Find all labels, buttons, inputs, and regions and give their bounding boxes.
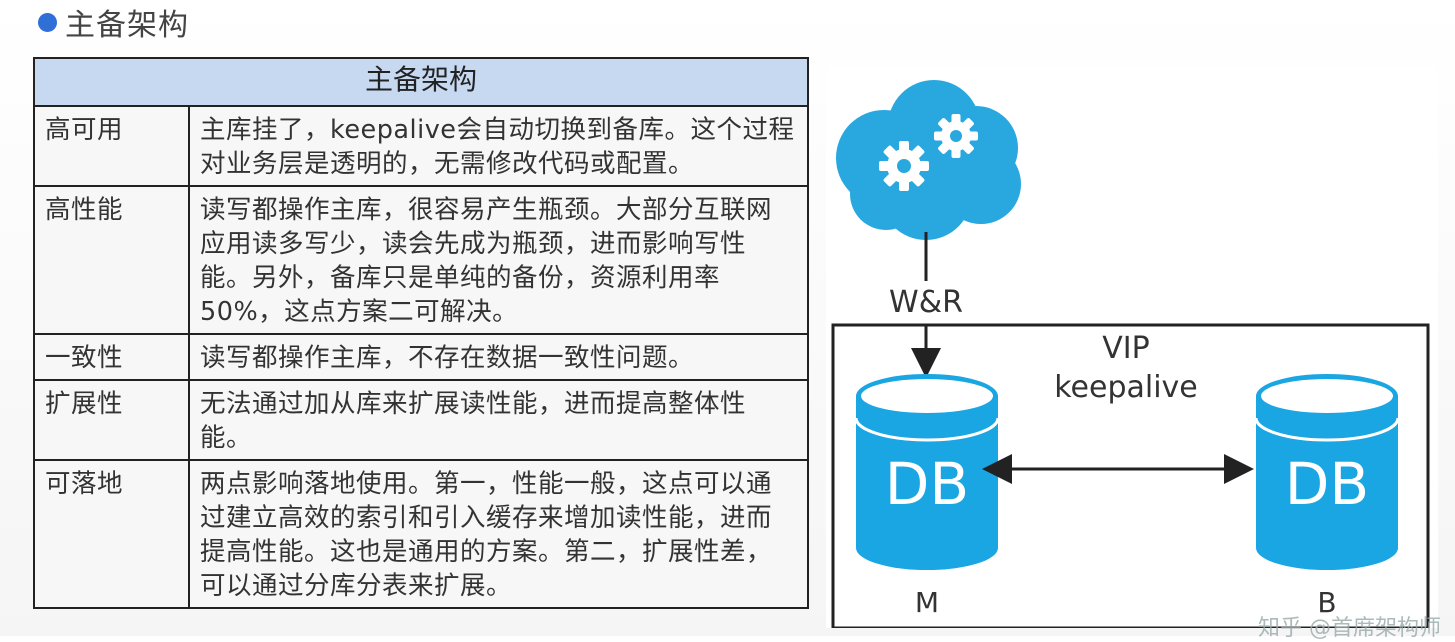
table-row: 高性能 读写都操作主库，很容易产生瓶颈。大部分互联网应用读多写少，读会先成为瓶颈… — [33, 185, 810, 335]
master-db-label: DB — [885, 450, 969, 518]
backup-db-label: DB — [1285, 450, 1369, 518]
row-category: 可落地 — [33, 459, 190, 609]
cloud-gears-icon — [836, 80, 1021, 240]
watermark: 知乎 @首席架构师 — [1258, 616, 1441, 641]
link-label: W&R — [889, 285, 963, 320]
row-description: 读写都操作主库，很容易产生瓶颈。大部分互联网应用读多写少，读会先成为瓶颈，进而影… — [187, 185, 810, 335]
table-row: 一致性 读写都操作主库，不存在数据一致性问题。 — [33, 333, 810, 381]
row-category: 扩展性 — [33, 379, 190, 461]
row-description: 主库挂了，keepalive会自动切换到备库。这个过程对业务层是透明的，无需修改… — [187, 105, 810, 187]
table-header: 主备架构 — [32, 57, 810, 107]
row-category: 一致性 — [33, 333, 190, 381]
row-category: 高可用 — [33, 105, 190, 187]
section-heading: 主备架构 — [38, 0, 189, 44]
table-row: 可落地 两点影响落地使用。第一，性能一般，这点可以通过建立高效的索引和引入缓存来… — [33, 459, 810, 609]
row-description: 读写都操作主库，不存在数据一致性问题。 — [187, 333, 810, 381]
row-category: 高性能 — [33, 185, 190, 335]
section-title: 主备架构 — [65, 8, 189, 43]
row-description: 无法通过加从库来扩展读性能，进而提高整体性能。 — [187, 379, 810, 461]
row-description: 两点影响落地使用。第一，性能一般，这点可以通过建立高效的索引和引入缓存来增加读性… — [187, 459, 810, 609]
table-row: 扩展性 无法通过加从库来扩展读性能，进而提高整体性能。 — [33, 379, 810, 461]
bullet-icon — [38, 12, 57, 32]
keepalive-label: keepalive — [1054, 370, 1198, 405]
architecture-table: 主备架构 高可用 主库挂了，keepalive会自动切换到备库。这个过程对业务层… — [32, 57, 810, 609]
master-db-caption: M — [915, 586, 939, 619]
architecture-diagram: W&R VIP keepalive DB M DB B — [826, 66, 1438, 628]
table-row: 高可用 主库挂了，keepalive会自动切换到备库。这个过程对业务层是透明的，… — [33, 105, 810, 187]
vip-label: VIP — [1102, 331, 1149, 366]
